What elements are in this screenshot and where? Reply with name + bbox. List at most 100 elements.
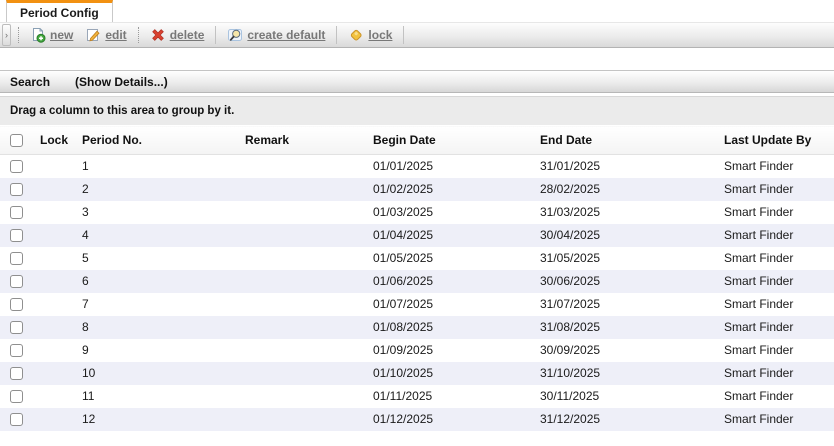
new-button[interactable]: new (26, 25, 77, 45)
cell-begin-date: 01/12/2025 (373, 408, 540, 431)
create-default-icon (227, 27, 243, 43)
select-all-checkbox[interactable] (10, 134, 23, 147)
row-checkbox[interactable] (10, 275, 23, 288)
column-header-remark[interactable]: Remark (245, 126, 373, 155)
table-row[interactable]: 10 01/10/2025 31/10/2025 Smart Finder (0, 362, 834, 385)
cell-begin-date: 01/09/2025 (373, 339, 540, 362)
row-checkbox[interactable] (10, 390, 23, 403)
search-bar: Search (Show Details...) (0, 70, 834, 93)
row-checkbox[interactable] (10, 183, 23, 196)
cell-remark (245, 339, 373, 362)
cell-lock (34, 247, 82, 270)
table-row[interactable]: 1 01/01/2025 31/01/2025 Smart Finder (0, 155, 834, 178)
cell-end-date: 28/02/2025 (540, 178, 724, 201)
table-row[interactable]: 12 01/12/2025 31/12/2025 Smart Finder (0, 408, 834, 431)
cell-period-no: 2 (82, 178, 245, 201)
table-row[interactable]: 11 01/11/2025 30/11/2025 Smart Finder (0, 385, 834, 408)
column-header-last-update-by[interactable]: Last Update By (724, 126, 834, 155)
lock-button[interactable]: lock (344, 25, 396, 45)
cell-lock (34, 385, 82, 408)
edit-button[interactable]: edit (81, 25, 130, 45)
show-details-link[interactable]: (Show Details...) (75, 75, 168, 89)
group-by-area[interactable]: Drag a column to this area to group by i… (0, 96, 834, 125)
cell-last-update-by: Smart Finder (724, 339, 834, 362)
cell-begin-date: 01/07/2025 (373, 293, 540, 316)
row-checkbox[interactable] (10, 160, 23, 173)
cell-last-update-by: Smart Finder (724, 201, 834, 224)
cell-remark (245, 155, 373, 178)
cell-end-date: 30/09/2025 (540, 339, 724, 362)
cell-last-update-by: Smart Finder (724, 362, 834, 385)
cell-begin-date: 01/08/2025 (373, 316, 540, 339)
cell-remark (245, 178, 373, 201)
cell-last-update-by: Smart Finder (724, 316, 834, 339)
row-checkbox[interactable] (10, 344, 23, 357)
table-row[interactable]: 4 01/04/2025 30/04/2025 Smart Finder (0, 224, 834, 247)
cell-remark (245, 362, 373, 385)
table-row[interactable]: 6 01/06/2025 30/06/2025 Smart Finder (0, 270, 834, 293)
cell-remark (245, 385, 373, 408)
table-row[interactable]: 5 01/05/2025 31/05/2025 Smart Finder (0, 247, 834, 270)
cell-begin-date: 01/05/2025 (373, 247, 540, 270)
table-row[interactable]: 8 01/08/2025 31/08/2025 Smart Finder (0, 316, 834, 339)
cell-end-date: 30/11/2025 (540, 385, 724, 408)
cell-end-date: 31/12/2025 (540, 408, 724, 431)
cell-remark (245, 293, 373, 316)
cell-last-update-by: Smart Finder (724, 247, 834, 270)
create-default-button[interactable]: create default (223, 25, 329, 45)
toolbar-expander-button[interactable]: › (2, 24, 11, 46)
cell-begin-date: 01/01/2025 (373, 155, 540, 178)
column-header-period-no[interactable]: Period No. (82, 126, 245, 155)
cell-period-no: 12 (82, 408, 245, 431)
table-row[interactable]: 2 01/02/2025 28/02/2025 Smart Finder (0, 178, 834, 201)
cell-end-date: 30/06/2025 (540, 270, 724, 293)
row-checkbox[interactable] (10, 229, 23, 242)
tab-label: Period Config (20, 6, 99, 20)
cell-lock (34, 270, 82, 293)
toolbar-separator (138, 27, 139, 43)
cell-end-date: 31/01/2025 (540, 155, 724, 178)
cell-lock (34, 408, 82, 431)
table-row[interactable]: 9 01/09/2025 30/09/2025 Smart Finder (0, 339, 834, 362)
table-row[interactable]: 3 01/03/2025 31/03/2025 Smart Finder (0, 201, 834, 224)
toolbar-separator (336, 26, 337, 44)
cell-lock (34, 316, 82, 339)
row-checkbox[interactable] (10, 413, 23, 426)
tab-period-config[interactable]: Period Config (6, 0, 113, 22)
row-checkbox[interactable] (10, 321, 23, 334)
cell-lock (34, 155, 82, 178)
row-checkbox[interactable] (10, 206, 23, 219)
cell-period-no: 1 (82, 155, 245, 178)
delete-icon (150, 27, 166, 43)
cell-end-date: 31/05/2025 (540, 247, 724, 270)
cell-period-no: 4 (82, 224, 245, 247)
cell-end-date: 31/08/2025 (540, 316, 724, 339)
cell-lock (34, 224, 82, 247)
lock-button-label: lock (368, 28, 392, 42)
column-header-begin-date[interactable]: Begin Date (373, 126, 540, 155)
table-body: 1 01/01/2025 31/01/2025 Smart Finder 2 0… (0, 155, 834, 431)
row-checkbox[interactable] (10, 252, 23, 265)
cell-lock (34, 178, 82, 201)
toolbar: › new edit (0, 22, 834, 48)
lock-icon (348, 27, 364, 43)
delete-button[interactable]: delete (146, 25, 209, 45)
cell-begin-date: 01/11/2025 (373, 385, 540, 408)
column-header-lock[interactable]: Lock (34, 126, 82, 155)
row-checkbox[interactable] (10, 367, 23, 380)
edit-button-label: edit (105, 28, 126, 42)
cell-last-update-by: Smart Finder (724, 224, 834, 247)
cell-begin-date: 01/10/2025 (373, 362, 540, 385)
toolbar-separator (18, 27, 19, 43)
delete-button-label: delete (170, 28, 205, 42)
search-label: Search (10, 75, 50, 89)
create-default-button-label: create default (247, 28, 325, 42)
cell-last-update-by: Smart Finder (724, 385, 834, 408)
row-checkbox[interactable] (10, 298, 23, 311)
cell-last-update-by: Smart Finder (724, 293, 834, 316)
cell-last-update-by: Smart Finder (724, 408, 834, 431)
table-row[interactable]: 7 01/07/2025 31/07/2025 Smart Finder (0, 293, 834, 316)
cell-remark (245, 316, 373, 339)
column-header-end-date[interactable]: End Date (540, 126, 724, 155)
cell-period-no: 9 (82, 339, 245, 362)
